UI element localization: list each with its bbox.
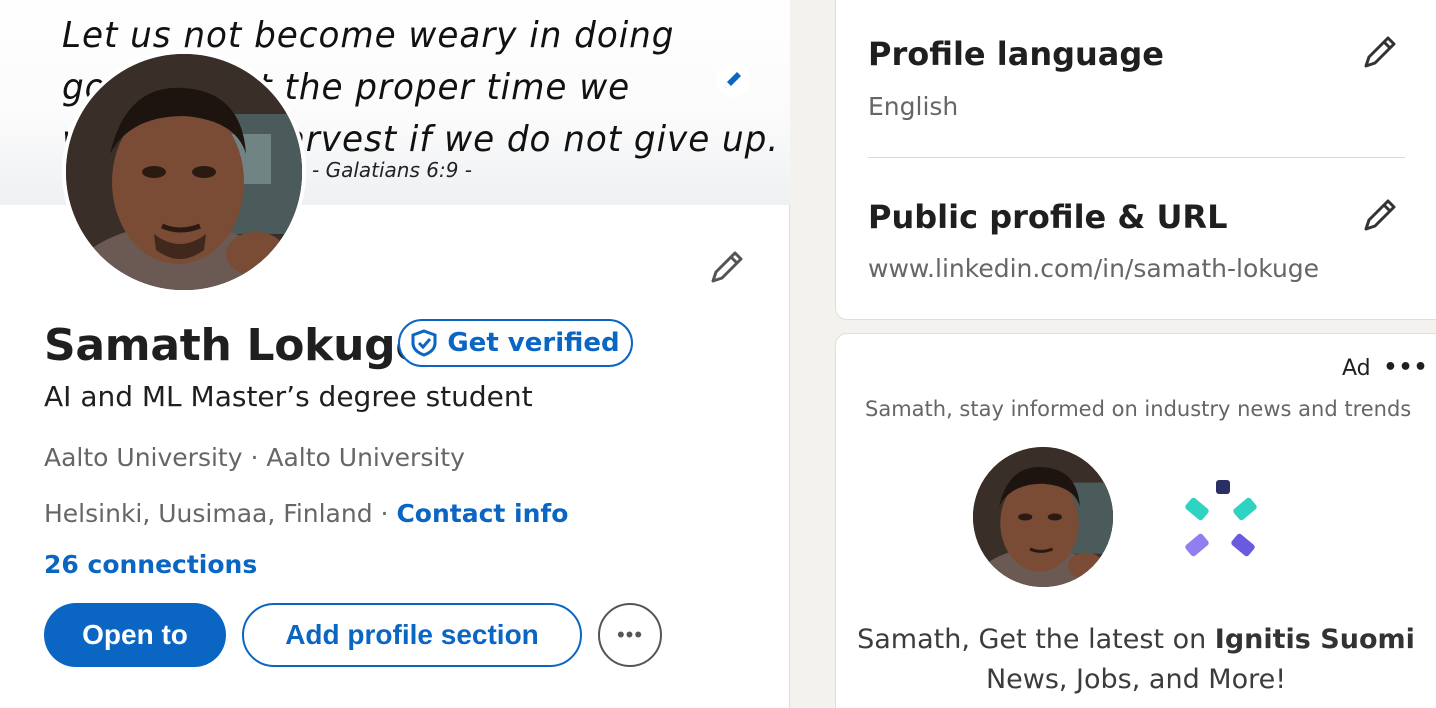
contact-info-link[interactable]: Contact info: [396, 499, 568, 528]
ignitis-logo-mark: [1185, 480, 1257, 557]
profile-location: Helsinki, Uusimaa, Finland: [44, 499, 373, 528]
public-profile-url: www.linkedin.com/in/samath-lokuge: [868, 254, 1320, 283]
profile-language-value: English: [868, 92, 959, 121]
avatar-photo: [973, 447, 1113, 587]
public-profile-title: Public profile & URL: [868, 198, 1228, 236]
separator: ·: [372, 499, 397, 528]
ad-message[interactable]: Samath, Get the latest on Ignitis Suomi …: [836, 620, 1436, 700]
ignitis-logo[interactable]: [1176, 472, 1266, 572]
settings-divider: [868, 157, 1405, 158]
profile-headline: AI and ML Master’s degree student: [44, 380, 533, 413]
ad-label: Ad: [1342, 356, 1371, 381]
profile-location-line: Helsinki, Uusimaa, Finland · Contact inf…: [44, 499, 568, 528]
ad-message-suffix: News, Jobs, and More!: [985, 664, 1287, 695]
open-to-button[interactable]: Open to: [44, 603, 226, 667]
add-profile-section-button[interactable]: Add profile section: [242, 603, 582, 667]
pencil-icon: [1364, 36, 1396, 68]
banner-edit-button[interactable]: [716, 63, 750, 97]
get-verified-label: Get verified: [447, 328, 620, 358]
connections-link[interactable]: 26 connections: [44, 550, 257, 579]
edit-language-button[interactable]: [1356, 28, 1404, 76]
ad-menu-button[interactable]: •••: [1383, 352, 1429, 382]
ad-message-prefix: Samath, Get the latest on: [857, 624, 1215, 655]
shield-check-icon: [411, 329, 437, 357]
ellipsis-icon: •••: [616, 622, 644, 647]
profile-name: Samath Lokuge: [44, 320, 425, 371]
intro-edit-button[interactable]: [704, 244, 750, 290]
ad-subtitle: Samath, stay informed on industry news a…: [865, 397, 1412, 421]
pencil-icon: [711, 251, 743, 283]
banner-reference: - Galatians 6:9 -: [312, 158, 473, 182]
more-actions-button[interactable]: •••: [598, 603, 662, 667]
ad-company-name: Ignitis Suomi: [1214, 624, 1415, 655]
profile-avatar[interactable]: [62, 50, 306, 294]
pencil-icon: [1364, 199, 1396, 231]
pencil-icon: [725, 72, 741, 88]
profile-education[interactable]: Aalto University · Aalto University: [44, 443, 465, 472]
get-verified-button[interactable]: Get verified: [398, 319, 633, 367]
ad-user-avatar: [973, 447, 1113, 587]
edit-public-url-button[interactable]: [1356, 191, 1404, 239]
profile-language-title: Profile language: [868, 35, 1164, 73]
ellipsis-icon: •••: [1383, 354, 1429, 380]
avatar-photo: [66, 54, 302, 290]
